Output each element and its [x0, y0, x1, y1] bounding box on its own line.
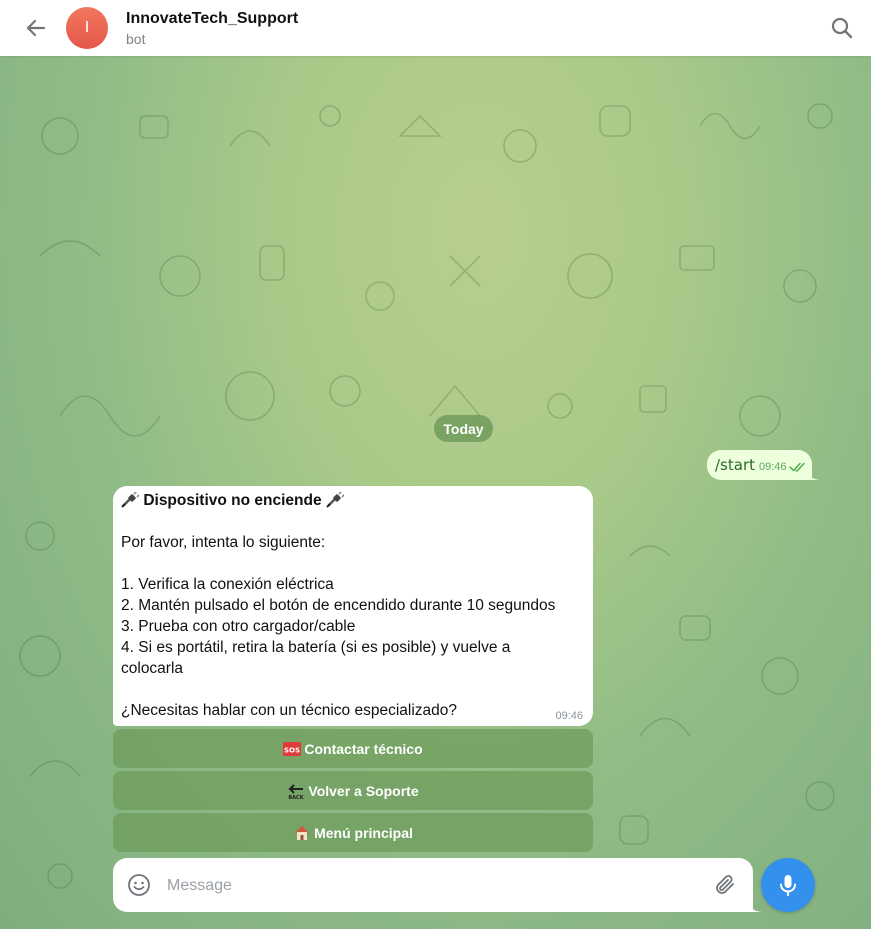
- back-arrow-icon: BACK: [289, 783, 305, 800]
- svg-text:SOS: SOS: [284, 746, 300, 754]
- house-icon: [295, 825, 310, 840]
- message-composer: [113, 858, 753, 912]
- heading-text: Dispositivo no enciende: [143, 492, 322, 509]
- message-line: ¿Necesitas hablar con un técnico especia…: [121, 702, 458, 719]
- electric-plug-icon: [121, 492, 139, 508]
- electric-plug-icon: [326, 492, 344, 508]
- message-time: 09:46: [759, 461, 787, 473]
- paperclip-icon[interactable]: [713, 873, 737, 897]
- microphone-icon: [780, 875, 796, 896]
- chat-title[interactable]: InnovateTech_Support: [126, 10, 298, 28]
- message-line: 2. Mantén pulsado el botón de encendido …: [121, 597, 556, 614]
- sos-icon: SOS: [283, 741, 302, 756]
- back-arrow-icon[interactable]: [22, 14, 50, 42]
- message-line: colocarla: [121, 660, 184, 677]
- search-icon[interactable]: [829, 15, 855, 41]
- double-check-icon: [789, 462, 805, 472]
- emoji-icon[interactable]: [127, 873, 151, 897]
- message-text: /start: [715, 456, 755, 474]
- incoming-message[interactable]: Dispositivo no enciende Por favor, inten…: [113, 486, 593, 726]
- button-label: Menú principal: [314, 824, 413, 841]
- message-line: Por favor, intenta lo siguiente:: [121, 534, 326, 551]
- message-heading: Dispositivo no enciende: [121, 492, 344, 510]
- chat-subtitle: bot: [126, 31, 146, 47]
- button-label: Volver a Soporte: [308, 782, 419, 799]
- message-time: 09:46: [555, 710, 583, 722]
- message-input[interactable]: [165, 870, 709, 902]
- bubble-tail: [806, 468, 822, 480]
- contact-technician-button[interactable]: SOS Contactar técnico: [113, 729, 593, 768]
- date-separator: Today: [434, 415, 493, 442]
- back-to-support-button[interactable]: BACK Volver a Soporte: [113, 771, 593, 810]
- main-menu-button[interactable]: Menú principal: [113, 813, 593, 852]
- microphone-button[interactable]: [761, 858, 815, 912]
- outgoing-message[interactable]: /start 09:46: [707, 450, 812, 480]
- svg-text:BACK: BACK: [289, 795, 305, 800]
- message-line: 3. Prueba con otro cargador/cable: [121, 618, 356, 635]
- chat-header: I InnovateTech_Support bot: [0, 0, 871, 56]
- message-line: 4. Si es portátil, retira la batería (si…: [121, 639, 511, 656]
- button-label: Contactar técnico: [304, 740, 423, 757]
- composer-tail: [747, 898, 763, 912]
- avatar[interactable]: I: [66, 7, 108, 49]
- message-line: 1. Verifica la conexión eléctrica: [121, 576, 334, 593]
